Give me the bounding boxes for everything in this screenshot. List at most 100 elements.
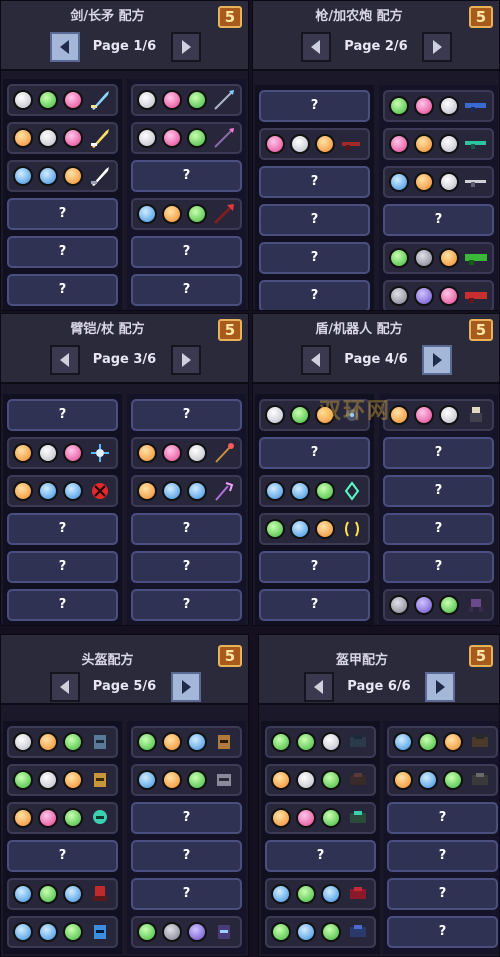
locked-recipe-slot[interactable]: ?: [383, 475, 494, 507]
recipe-slot[interactable]: [7, 160, 118, 192]
locked-recipe-slot[interactable]: ?: [7, 399, 118, 431]
material-orb-gray: [389, 595, 409, 615]
locked-recipe-slot[interactable]: ?: [259, 166, 370, 198]
recipe-slot[interactable]: [131, 198, 242, 230]
locked-recipe-slot[interactable]: ?: [7, 840, 118, 872]
recipe-slot[interactable]: [131, 84, 242, 116]
armor-icon: [350, 925, 366, 937]
locked-recipe-slot[interactable]: ?: [259, 90, 370, 122]
recipe-slot[interactable]: [7, 802, 118, 834]
locked-recipe-slot[interactable]: ?: [131, 236, 242, 268]
recipe-slot[interactable]: [265, 726, 376, 758]
material-orb-blue: [38, 166, 58, 186]
recipe-column-left: ? ? ? ? ?: [255, 85, 374, 310]
material-orb-white: [290, 134, 310, 154]
material-orb-gray: [414, 248, 434, 268]
next-page-button[interactable]: [422, 32, 452, 62]
chevron-right-icon: [436, 680, 445, 694]
recipe-slot[interactable]: [383, 128, 494, 160]
chevron-right-icon: [181, 353, 191, 367]
locked-recipe-slot[interactable]: ?: [131, 551, 242, 583]
locked-recipe-slot[interactable]: ?: [387, 802, 498, 834]
locked-recipe-slot[interactable]: ?: [131, 589, 242, 621]
question-mark: ?: [310, 445, 319, 460]
locked-recipe-slot[interactable]: ?: [7, 274, 118, 306]
locked-recipe-slot[interactable]: ?: [259, 204, 370, 236]
locked-recipe-slot[interactable]: ?: [383, 437, 494, 469]
locked-recipe-slot[interactable]: ?: [131, 399, 242, 431]
question-mark: ?: [434, 212, 443, 227]
spear-icon: [214, 90, 234, 110]
locked-recipe-slot[interactable]: ?: [7, 589, 118, 621]
locked-recipe-slot[interactable]: ?: [259, 551, 370, 583]
locked-recipe-slot[interactable]: ?: [387, 916, 498, 948]
recipe-slot[interactable]: [387, 726, 498, 758]
next-page-button[interactable]: [422, 345, 452, 375]
helmet-icon: [217, 774, 231, 786]
recipe-slot[interactable]: [265, 878, 376, 910]
locked-recipe-slot[interactable]: ?: [259, 242, 370, 274]
pager: Page 3/6: [1, 344, 248, 376]
locked-recipe-slot[interactable]: ?: [259, 280, 370, 310]
question-mark: ?: [182, 282, 191, 297]
recipe-panel-6: 盔甲配方 5 Page 6/6 ? ? ? ? ?: [258, 634, 500, 957]
recipe-column-left: ? ? ? ?: [3, 394, 122, 625]
recipe-slot[interactable]: [259, 513, 370, 545]
recipe-slot[interactable]: [7, 764, 118, 796]
locked-recipe-slot[interactable]: ?: [383, 551, 494, 583]
recipe-slot[interactable]: [131, 916, 242, 948]
recipe-slot[interactable]: [131, 475, 242, 507]
locked-recipe-slot[interactable]: ?: [7, 513, 118, 545]
locked-recipe-slot[interactable]: ?: [7, 551, 118, 583]
locked-recipe-slot[interactable]: ?: [131, 160, 242, 192]
locked-recipe-slot[interactable]: ?: [383, 204, 494, 236]
locked-recipe-slot[interactable]: ?: [131, 274, 242, 306]
material-orb-green: [63, 808, 83, 828]
locked-recipe-slot[interactable]: ?: [387, 878, 498, 910]
recipe-slot[interactable]: [265, 916, 376, 948]
recipe-slot[interactable]: [7, 726, 118, 758]
recipe-slot[interactable]: [7, 84, 118, 116]
recipe-slot[interactable]: [7, 475, 118, 507]
recipe-slot[interactable]: [7, 437, 118, 469]
recipe-slot[interactable]: [131, 764, 242, 796]
recipe-slot[interactable]: [131, 726, 242, 758]
recipe-slot[interactable]: [7, 916, 118, 948]
recipe-slot[interactable]: [7, 878, 118, 910]
locked-recipe-slot[interactable]: ?: [259, 589, 370, 621]
next-page-button[interactable]: [425, 672, 455, 702]
recipe-slot[interactable]: [259, 475, 370, 507]
locked-recipe-slot[interactable]: ?: [387, 840, 498, 872]
next-page-button[interactable]: [170, 32, 201, 62]
material-orb-orange: [389, 405, 409, 425]
locked-recipe-slot[interactable]: ?: [131, 878, 242, 910]
recipe-slot[interactable]: [259, 128, 370, 160]
recipe-slot[interactable]: [131, 437, 242, 469]
material-orb-orange: [13, 128, 33, 148]
locked-recipe-slot[interactable]: ?: [259, 437, 370, 469]
recipe-slot[interactable]: [383, 90, 494, 122]
recipe-slot[interactable]: [383, 242, 494, 274]
locked-recipe-slot[interactable]: ?: [265, 840, 376, 872]
recipe-slot[interactable]: [383, 399, 494, 431]
locked-recipe-slot[interactable]: ?: [7, 198, 118, 230]
material-orb-orange: [63, 770, 83, 790]
recipe-slot[interactable]: [131, 122, 242, 154]
locked-recipe-slot[interactable]: ?: [383, 513, 494, 545]
locked-recipe-slot[interactable]: ?: [131, 840, 242, 872]
locked-recipe-slot[interactable]: ?: [7, 236, 118, 268]
locked-recipe-slot[interactable]: ?: [131, 802, 242, 834]
next-page-button[interactable]: [170, 345, 201, 375]
locked-recipe-slot[interactable]: ?: [131, 513, 242, 545]
recipe-slot[interactable]: [387, 764, 498, 796]
recipe-slot[interactable]: [383, 589, 494, 621]
question-mark: ?: [310, 559, 319, 574]
material-orb-green: [296, 884, 316, 904]
recipe-slot[interactable]: [265, 802, 376, 834]
recipe-slot[interactable]: [383, 280, 494, 310]
recipe-slot[interactable]: [265, 764, 376, 796]
recipe-slot[interactable]: [383, 166, 494, 198]
next-page-button[interactable]: [170, 672, 201, 702]
recipe-slot[interactable]: [7, 122, 118, 154]
material-orb-green: [321, 770, 341, 790]
